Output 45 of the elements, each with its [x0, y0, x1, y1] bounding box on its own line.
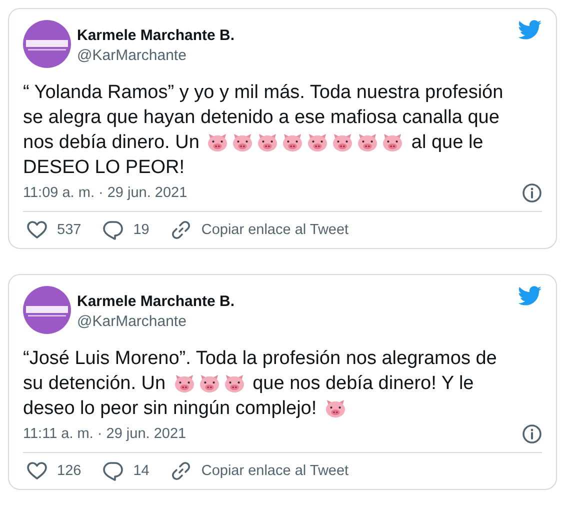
pig-face-icon [174, 374, 195, 393]
speech-bubble-icon [103, 220, 124, 240]
tweet-text: que nos debía dinero! Y le [252, 372, 474, 396]
tweet-text: “José Luis Moreno”. Toda la profesión nos alegramos de [23, 347, 497, 371]
like-button[interactable]: 126 [27, 462, 82, 480]
avatar [23, 286, 71, 334]
pig-face-icon [207, 133, 228, 152]
reply-button[interactable]: 19 [103, 220, 150, 240]
avatar [23, 20, 71, 68]
link-icon [171, 461, 192, 481]
pig-face-icon [332, 133, 354, 152]
tweet-text: nos debía dinero. Un [23, 131, 200, 155]
pig-face-icon [232, 133, 254, 152]
pig-face-icon [382, 133, 404, 152]
author-handle[interactable]: @KarMarchante [77, 46, 512, 66]
author-handle[interactable]: @KarMarchante [77, 312, 512, 332]
author-name[interactable]: Karmele Marchante B. [77, 292, 512, 312]
tweet-text: su detención. Un [23, 372, 166, 396]
tweet-text: “ Yolanda Ramos” y yo y mil más. Toda nuestra profesión [23, 81, 504, 105]
timestamp[interactable]: 11:09 a. m. · 29 jun. 2021 [23, 185, 188, 201]
bird-logo-icon [518, 20, 542, 40]
tweet-text: deseo lo peor sin ningún complejo! [23, 397, 317, 421]
pig-face-icon [307, 133, 328, 152]
pig-face-icon [257, 133, 278, 152]
copy-link-button[interactable]: Copiar enlace al Tweet [171, 461, 349, 481]
link-icon [171, 220, 192, 240]
heart-icon [27, 221, 47, 239]
like-button[interactable]: 537 [27, 221, 82, 239]
pig-face-icon [198, 374, 220, 393]
bird-logo-icon [518, 286, 542, 306]
heart-icon [27, 462, 47, 480]
pig-face-icon [357, 133, 378, 152]
reply-button[interactable]: 14 [103, 462, 150, 480]
copy-link-button[interactable]: Copiar enlace al Tweet [171, 220, 349, 240]
pig-face-icon [224, 374, 245, 393]
pig-face-icon [282, 133, 304, 152]
speech-bubble-icon [103, 462, 124, 480]
tweet-text: DESEO LO PEOR! [23, 156, 185, 180]
author-name[interactable]: Karmele Marchante B. [77, 26, 512, 46]
info-icon[interactable] [522, 183, 542, 203]
timestamp[interactable]: 11:11 a. m. · 29 jun. 2021 [23, 426, 186, 442]
info-icon[interactable] [522, 424, 542, 444]
tweet-text: al que le [411, 131, 484, 155]
tweet-text: se alegra que hayan detenido a ese mafiosa canalla que [23, 106, 500, 130]
pig-face-icon [324, 399, 346, 418]
